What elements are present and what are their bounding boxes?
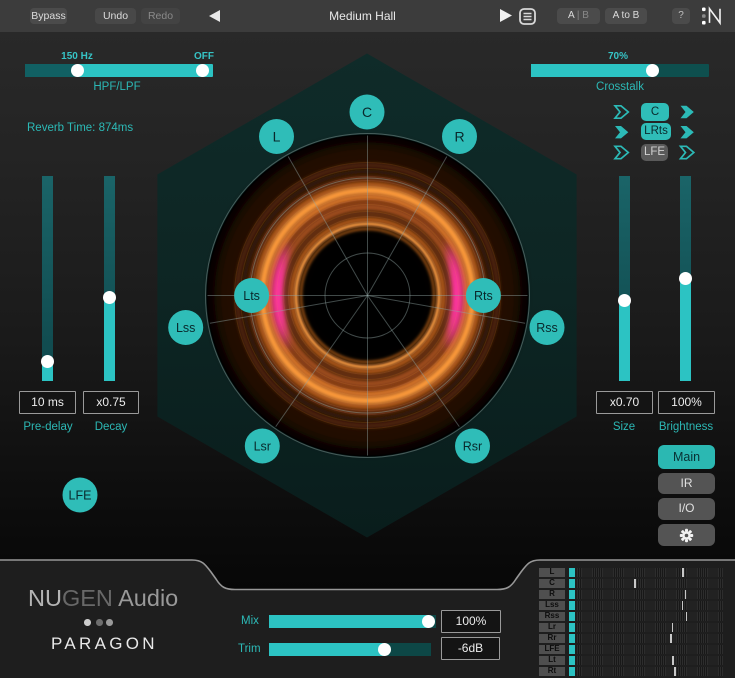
svg-text:Rss: Rss bbox=[536, 321, 558, 335]
svg-text:Rts: Rts bbox=[474, 289, 493, 303]
svg-text:Lts: Lts bbox=[243, 289, 260, 303]
svg-text:LFE: LFE bbox=[69, 489, 92, 503]
svg-text:Lsr: Lsr bbox=[254, 440, 271, 454]
svg-text:Rsr: Rsr bbox=[463, 440, 482, 454]
svg-text:C: C bbox=[362, 104, 372, 120]
svg-text:L: L bbox=[273, 129, 281, 145]
svg-text:Lss: Lss bbox=[176, 321, 195, 335]
svg-text:R: R bbox=[454, 129, 464, 145]
